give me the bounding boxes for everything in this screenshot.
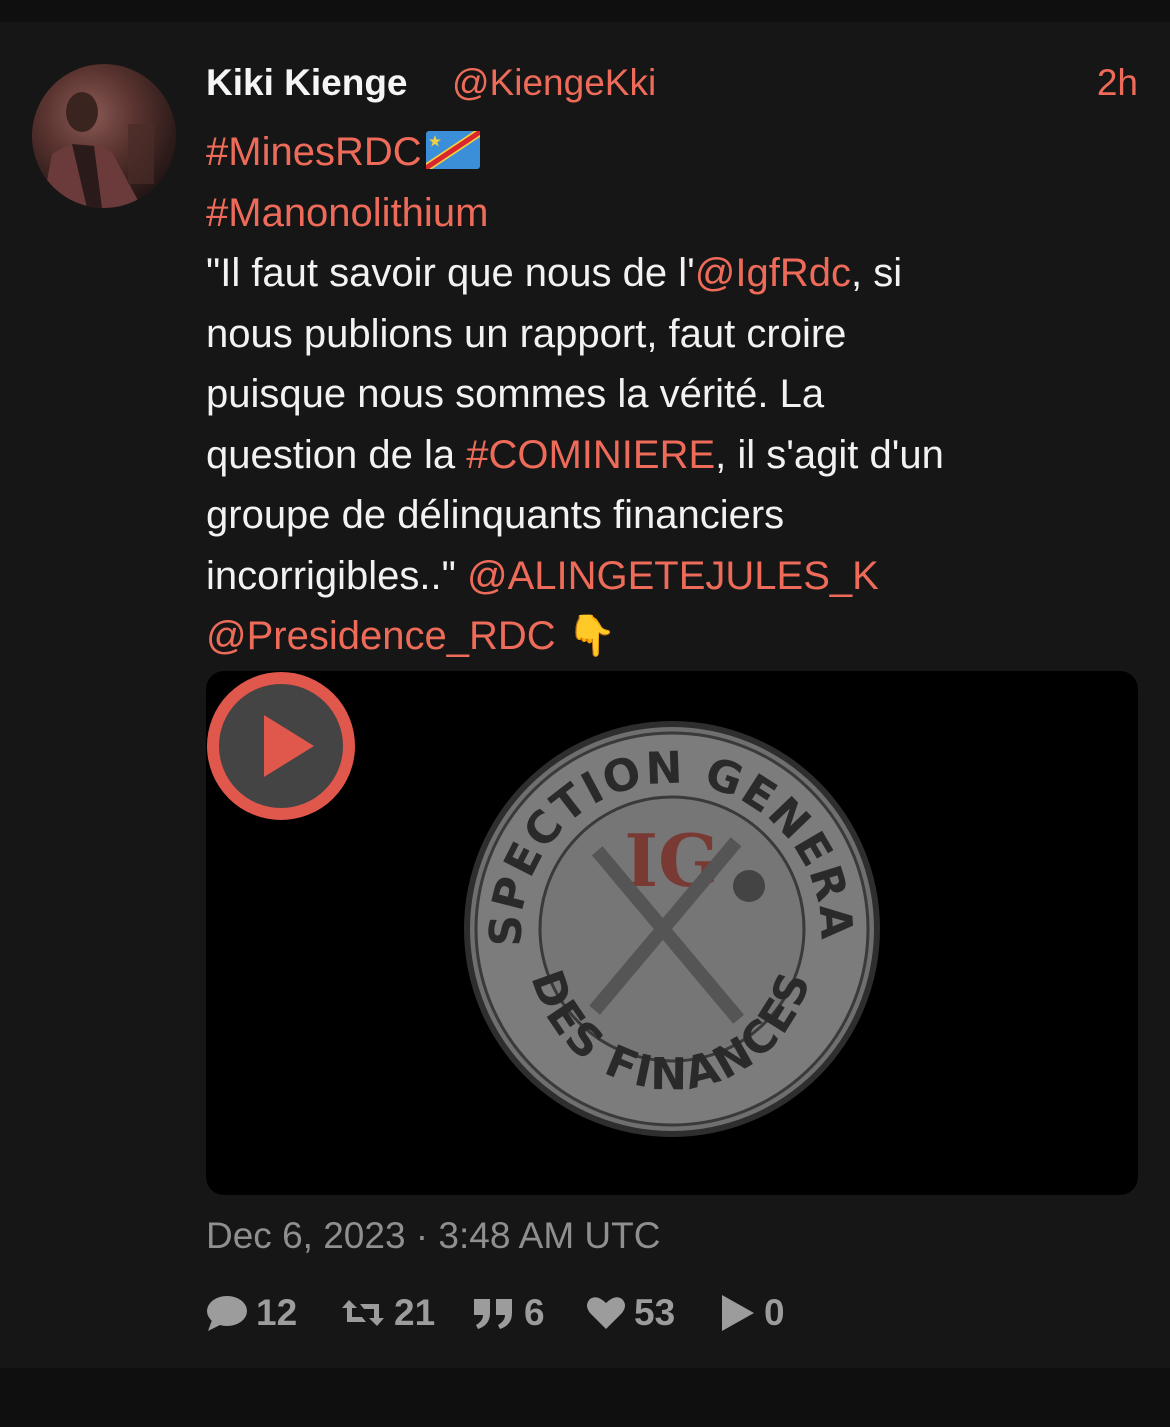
pointing-down-emoji: 👇 [566, 614, 617, 658]
play-icon[interactable] [206, 671, 356, 821]
tweet-text-line3-end: , si [851, 251, 903, 295]
tweet-card[interactable]: Kiki Kienge @KiengeKki 2h #MinesRDC #Man… [0, 22, 1170, 1368]
tweet-text-line4: nous publions un rapport, faut croire [206, 311, 847, 356]
quote-count: 6 [524, 1292, 545, 1333]
retweet-icon [342, 1300, 384, 1326]
quote-icon [474, 1299, 512, 1329]
play-count: 0 [764, 1292, 785, 1333]
hashtag-cominiere[interactable]: #COMINIERE [466, 433, 715, 477]
tweet-time-ago[interactable]: 2h [1097, 60, 1138, 106]
mention-igfrdc[interactable]: @IgfRdc [695, 251, 851, 295]
mention-presidence-rdc[interactable]: @Presidence_RDC [206, 614, 556, 658]
author-name[interactable]: Kiki Kienge [206, 60, 408, 106]
flag-drc-icon [425, 131, 480, 169]
heart-icon [587, 1297, 625, 1329]
hashtag-manonolithium[interactable]: #Manonolithium [206, 191, 488, 235]
video-player[interactable]: INSPECTION GENERALE DES FINANCES IG [206, 671, 1138, 1195]
like-stat[interactable]: 53 [586, 1288, 675, 1338]
reply-count: 12 [256, 1292, 298, 1333]
avatar[interactable] [32, 64, 176, 208]
tweet-text-line5: puisque nous sommes la vérité. La [206, 372, 825, 416]
tweet-text-line3: "Il faut savoir que nous de l' [206, 251, 695, 295]
author-handle[interactable]: @KiengeKki [452, 60, 656, 106]
hashtag-minesrdc[interactable]: #MinesRDC [206, 130, 422, 174]
tweet-body: #MinesRDC #Manonolithium "Il faut savoir… [206, 122, 1136, 667]
play-count-icon [722, 1295, 754, 1331]
tweet-text-line7: groupe de délinquants financiers [206, 493, 785, 537]
retweet-count: 21 [394, 1292, 436, 1333]
retweet-stat[interactable]: 21 [340, 1288, 435, 1338]
play-count-stat[interactable]: 0 [720, 1288, 785, 1338]
mention-alingetejules[interactable]: @ALINGETEJULES_K [467, 554, 879, 598]
tweet-stats: 12 21 6 53 0 [206, 1288, 906, 1338]
tweet-text-line8: incorrigibles.." [206, 553, 467, 598]
tweet-date[interactable]: Dec 6, 2023 · 3:48 AM UTC [206, 1213, 660, 1259]
bottom-divider [0, 1368, 1170, 1427]
tweet-text-line6-end: , il s'agit d'un [715, 432, 944, 477]
tweet-header: Kiki Kienge @KiengeKki 2h [206, 60, 1140, 110]
quote-stat[interactable]: 6 [472, 1288, 545, 1338]
top-divider [0, 0, 1170, 22]
tweet-text-line6: question de la [206, 432, 467, 477]
like-count: 53 [634, 1292, 676, 1333]
reply-stat[interactable]: 12 [206, 1288, 297, 1338]
comment-icon [207, 1296, 247, 1331]
